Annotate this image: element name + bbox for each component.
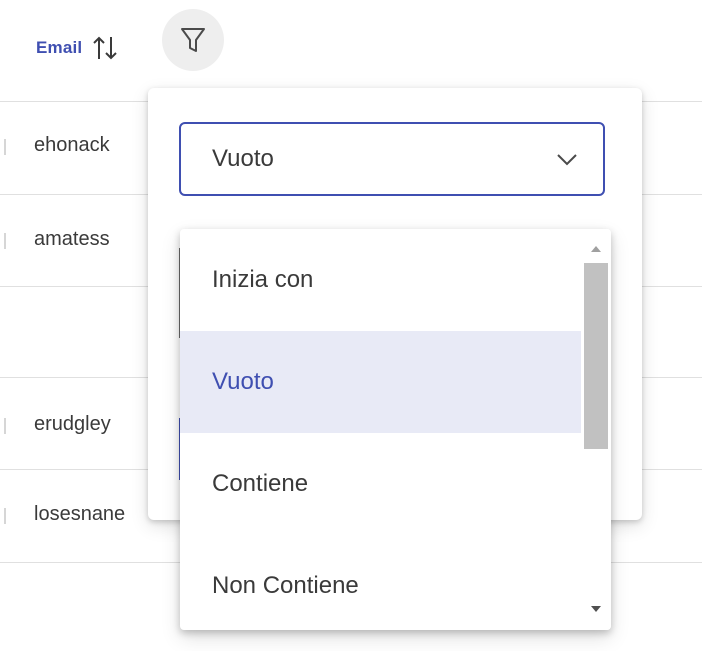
funnel-icon — [181, 28, 205, 52]
table-cell-email: erudgley — [34, 413, 111, 435]
dropdown-option[interactable]: Contiene — [180, 433, 581, 535]
row-handle — [4, 508, 6, 524]
dropdown-scrollbar[interactable] — [581, 229, 611, 630]
data-grid-page: Email ehonack amatess erudgley losesnane… — [0, 0, 702, 651]
row-handle — [4, 139, 6, 155]
dropdown-option[interactable]: Inizia con — [180, 229, 581, 331]
operator-select[interactable]: Vuoto — [179, 122, 605, 196]
option-label: Contiene — [212, 470, 309, 497]
option-label: Vuoto — [212, 368, 274, 395]
dropdown-option[interactable]: Non Contiene — [180, 535, 581, 630]
sort-arrows-icon[interactable] — [92, 34, 118, 62]
row-handle — [4, 418, 6, 434]
option-label: Inizia con — [212, 266, 314, 293]
operator-dropdown-list: Inizia con Vuoto Contiene Non Contiene — [180, 229, 611, 630]
option-label: Non Contiene — [212, 572, 359, 599]
table-cell-email: amatess — [34, 228, 110, 250]
dropdown-option-selected[interactable]: Vuoto — [180, 331, 581, 433]
table-cell-email: losesnane — [34, 503, 126, 525]
operator-select-value: Vuoto — [212, 145, 274, 172]
email-column-header[interactable]: Email — [36, 28, 118, 68]
table-cell-email: ehonack — [34, 134, 110, 156]
column-title: Email — [36, 38, 83, 57]
filter-button[interactable] — [162, 9, 224, 71]
chevron-down-icon[interactable] — [555, 147, 579, 171]
scroll-up-arrow-icon[interactable] — [590, 243, 602, 253]
row-handle — [4, 233, 6, 249]
scrollbar-thumb[interactable] — [584, 263, 608, 449]
scroll-down-arrow-icon[interactable] — [590, 605, 602, 615]
